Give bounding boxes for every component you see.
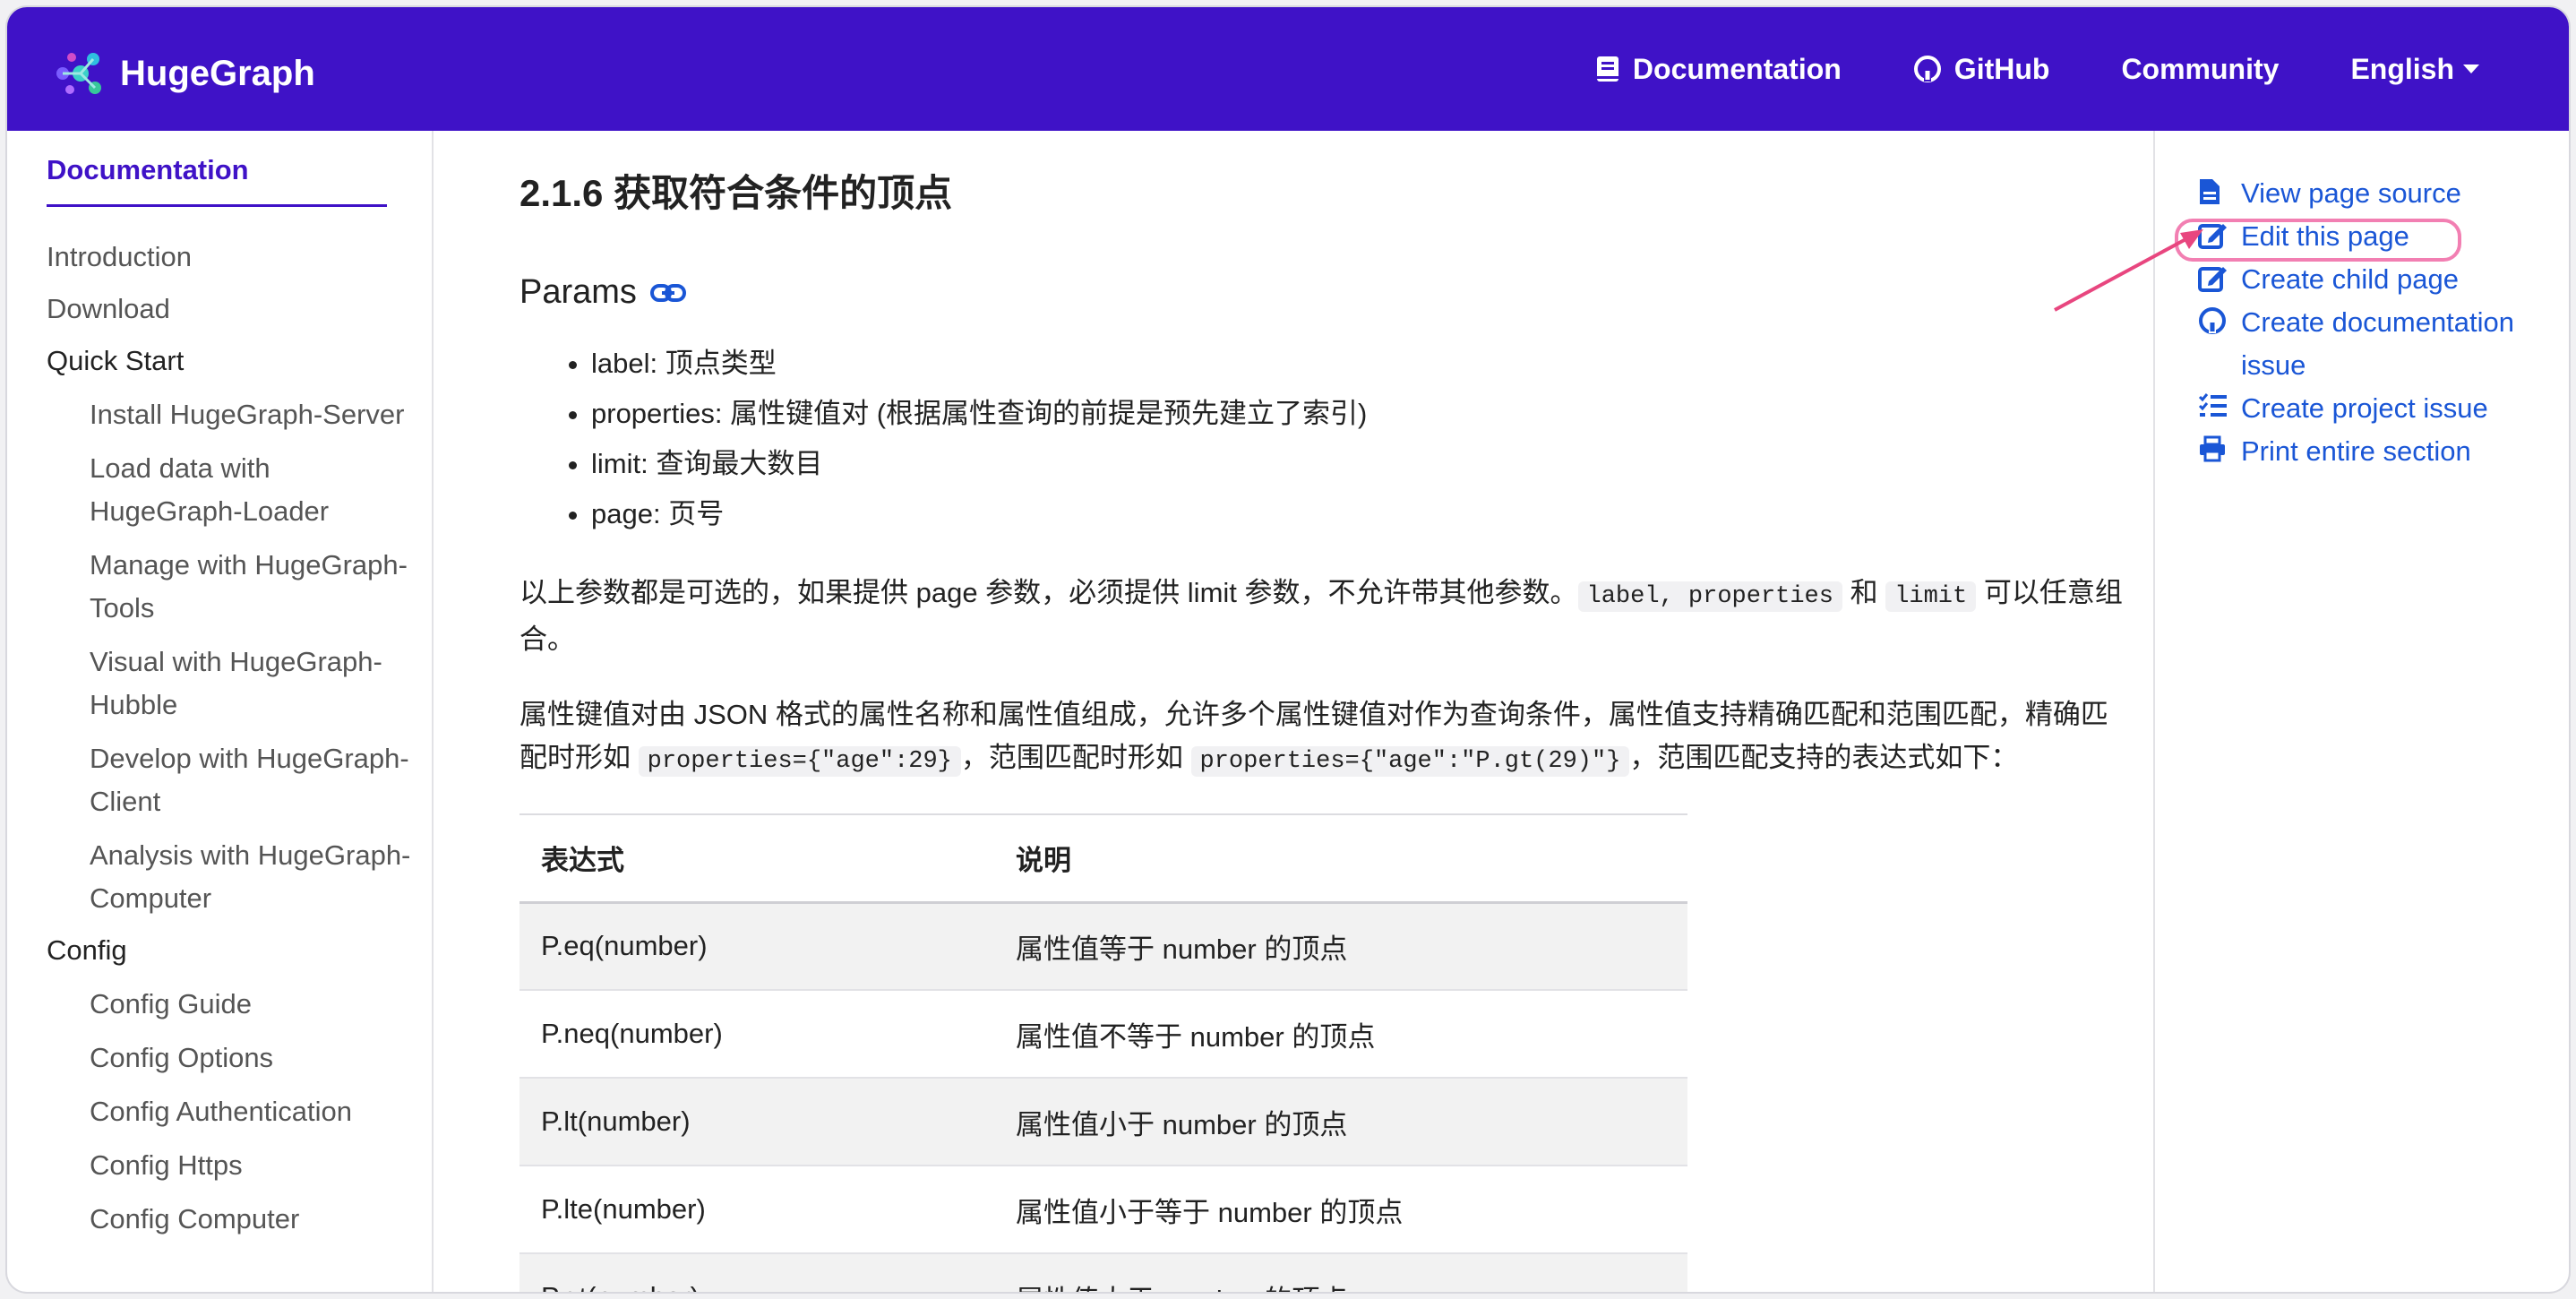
create-project-issue-label: Create project issue xyxy=(2241,392,2488,424)
printer-icon xyxy=(2198,430,2230,462)
nav-community-label: Community xyxy=(2121,52,2280,85)
create-documentation-issue-link[interactable]: Create documentation issue xyxy=(2155,301,2569,387)
table-cell: P.lte(number) xyxy=(519,1166,994,1254)
sidebar-title[interactable]: Documentation xyxy=(47,154,387,207)
sidebar-item-quick-start[interactable]: Quick Start xyxy=(47,340,432,383)
inline-code: properties={"age":"P.gt(29)"} xyxy=(1190,746,1630,777)
params-heading-text: Params xyxy=(519,273,637,311)
sidebar-item-config-https[interactable]: Config Https xyxy=(90,1144,412,1187)
sidebar-item-config[interactable]: Config xyxy=(47,929,432,972)
list-item: properties: 属性键值对 (根据属性查询的前提是预先建立了索引) xyxy=(591,389,2132,439)
table-cell: P.neq(number) xyxy=(519,990,994,1079)
table-header-row: 表达式 说明 xyxy=(519,814,1687,904)
table-cell: 属性值小于 number 的顶点 xyxy=(994,1078,1687,1166)
github-icon xyxy=(1913,55,1942,83)
chevron-down-icon xyxy=(2463,65,2479,73)
sidebar-item-install-server[interactable]: Install HugeGraph-Server xyxy=(90,393,412,436)
tasks-icon xyxy=(2198,387,2230,419)
nav-documentation-label: Documentation xyxy=(1632,52,1842,85)
language-label: English xyxy=(2350,52,2454,85)
page-actions: View page source Edit this page Create c… xyxy=(2153,131,2569,1292)
brand-name: HugeGraph xyxy=(120,53,315,93)
left-sidebar: Documentation Introduction Download Quic… xyxy=(7,131,434,1292)
sidebar-item-config-computer[interactable]: Config Computer xyxy=(90,1198,412,1241)
main-content: 2.1.6 获取符合条件的顶点 Params label: 顶点类型 prope… xyxy=(519,131,2132,1292)
anchor-link-icon[interactable] xyxy=(649,281,687,305)
table-cell: 属性值小于等于 number 的顶点 xyxy=(994,1166,1687,1254)
brand-link[interactable]: HugeGraph xyxy=(47,48,315,99)
create-project-issue-link[interactable]: Create project issue xyxy=(2198,387,2569,430)
nav-documentation[interactable]: Documentation xyxy=(1595,53,1842,86)
sidebar-item-computer[interactable]: Analysis with HugeGraph-Computer xyxy=(90,834,412,920)
table-cell: P.lt(number) xyxy=(519,1078,994,1166)
browser-window: HugeGraph Documentation GitHub Community… xyxy=(7,7,2569,1292)
table-cell: 属性值大于 number 的顶点 xyxy=(994,1253,1687,1292)
list-item: limit: 查询最大数目 xyxy=(591,439,2132,489)
inline-code: label, properties xyxy=(1577,581,1842,612)
sidebar-item-config-options[interactable]: Config Options xyxy=(90,1037,412,1080)
para1-text-b: 和 xyxy=(1842,577,1886,608)
print-entire-section-link[interactable]: Print entire section xyxy=(2198,430,2569,473)
params-list: label: 顶点类型 properties: 属性键值对 (根据属性查询的前提… xyxy=(519,339,2132,539)
para2-text-c: ，范围匹配支持的表达式如下： xyxy=(1629,742,2019,773)
sidebar-item-config-auth[interactable]: Config Authentication xyxy=(90,1090,412,1133)
params-description: 以上参数都是可选的，如果提供 page 参数，必须提供 limit 参数，不允许… xyxy=(519,572,2132,661)
print-entire-section-label: Print entire section xyxy=(2241,435,2471,467)
table-header-cell: 说明 xyxy=(994,814,1687,904)
file-icon xyxy=(2198,172,2230,206)
sidebar-item-download[interactable]: Download xyxy=(47,288,432,331)
nav-github-label: GitHub xyxy=(1953,52,2050,85)
inline-code: properties={"age":29} xyxy=(638,746,961,777)
create-documentation-issue-label: Create documentation issue xyxy=(2241,306,2515,381)
table-row: P.lt(number) 属性值小于 number 的顶点 xyxy=(519,1078,1687,1166)
list-item: page: 页号 xyxy=(591,489,2132,539)
table-row: P.gt(number) 属性值大于 number 的顶点 xyxy=(519,1253,1687,1292)
nav-github[interactable]: GitHub xyxy=(1913,52,2050,86)
sidebar-item-config-guide[interactable]: Config Guide xyxy=(90,983,412,1026)
para1-text-a: 以上参数都是可选的，如果提供 page 参数，必须提供 limit 参数，不允许… xyxy=(519,577,1578,608)
table-cell: 属性值不等于 number 的顶点 xyxy=(994,990,1687,1079)
table-cell: P.eq(number) xyxy=(519,902,994,991)
table-header-cell: 表达式 xyxy=(519,814,994,904)
list-item: label: 顶点类型 xyxy=(591,339,2132,389)
table-cell: 属性值等于 number 的顶点 xyxy=(994,902,1687,991)
table-row: P.lte(number) 属性值小于等于 number 的顶点 xyxy=(519,1166,1687,1254)
view-page-source-label: View page source xyxy=(2241,177,2461,209)
params-heading: Params xyxy=(519,273,2132,312)
view-page-source-link[interactable]: View page source xyxy=(2198,172,2569,215)
inline-code: limit xyxy=(1885,581,1977,612)
table-row: P.eq(number) 属性值等于 number 的顶点 xyxy=(519,902,1687,991)
nav-community[interactable]: Community xyxy=(2121,53,2279,86)
book-icon xyxy=(1595,55,1620,83)
table-cell: P.gt(number) xyxy=(519,1253,994,1292)
section-heading: 2.1.6 获取符合条件的顶点 xyxy=(519,172,953,214)
sidebar-item-hubble[interactable]: Visual with HugeGraph-Hubble xyxy=(90,641,412,727)
para2-text-b: ，范围匹配时形如 xyxy=(960,742,1191,773)
sidebar-item-client[interactable]: Develop with HugeGraph-Client xyxy=(90,737,412,823)
arrow-annotation xyxy=(2054,229,2203,312)
sidebar-item-tools[interactable]: Manage with HugeGraph-Tools xyxy=(90,544,412,630)
sidebar-item-introduction[interactable]: Introduction xyxy=(47,236,432,279)
create-child-page-label: Create child page xyxy=(2241,263,2459,295)
language-dropdown[interactable]: English xyxy=(2350,53,2479,86)
create-child-page-link[interactable]: Create child page xyxy=(2198,258,2569,301)
sidebar-item-loader[interactable]: Load data with HugeGraph-Loader xyxy=(90,447,412,533)
nav-links: Documentation GitHub Community English xyxy=(1524,7,2479,131)
expression-table: 表达式 说明 P.eq(number) 属性值等于 number 的顶点 P.n… xyxy=(519,813,1687,1292)
highlight-annotation xyxy=(2175,219,2461,262)
properties-description: 属性键值对由 JSON 格式的属性名称和属性值组成，允许多个属性键值对作为查询条… xyxy=(519,693,2132,783)
top-navbar: HugeGraph Documentation GitHub Community… xyxy=(7,7,2569,131)
table-row: P.neq(number) 属性值不等于 number 的顶点 xyxy=(519,990,1687,1079)
hugegraph-logo-icon xyxy=(47,48,107,99)
